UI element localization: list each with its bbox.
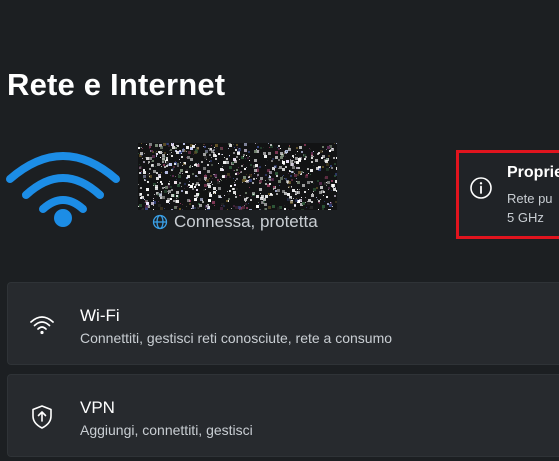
network-name-redacted xyxy=(138,143,337,210)
globe-icon xyxy=(152,214,168,230)
settings-item-subtitle: Aggiungi, connettiti, gestisci xyxy=(80,422,253,438)
info-icon xyxy=(469,176,493,200)
settings-page: Rete e Internet Connessa, protetta Propr… xyxy=(0,0,559,461)
wifi-signal-icon xyxy=(4,142,122,230)
wifi-icon xyxy=(29,312,55,338)
shield-icon xyxy=(29,404,55,430)
network-status-label: Connessa, protetta xyxy=(174,212,318,231)
settings-item-title: VPN xyxy=(80,398,115,417)
properties-title: Proprie xyxy=(507,164,559,181)
settings-item-subtitle: Connettiti, gestisci reti conosciute, re… xyxy=(80,330,393,346)
properties-network-type: Rete pu xyxy=(507,191,553,206)
page-title: Rete e Internet xyxy=(7,67,226,102)
network-properties-card[interactable]: Proprie Rete pu 5 GHz xyxy=(456,150,559,239)
settings-item-vpn[interactable]: VPN Aggiungi, connettiti, gestisci xyxy=(7,374,559,457)
settings-item-title: Wi-Fi xyxy=(80,306,120,325)
settings-item-wifi[interactable]: Wi-Fi Connettiti, gestisci reti conosciu… xyxy=(7,282,559,365)
network-status: Connessa, protetta xyxy=(152,212,318,232)
properties-band: 5 GHz xyxy=(507,210,544,225)
